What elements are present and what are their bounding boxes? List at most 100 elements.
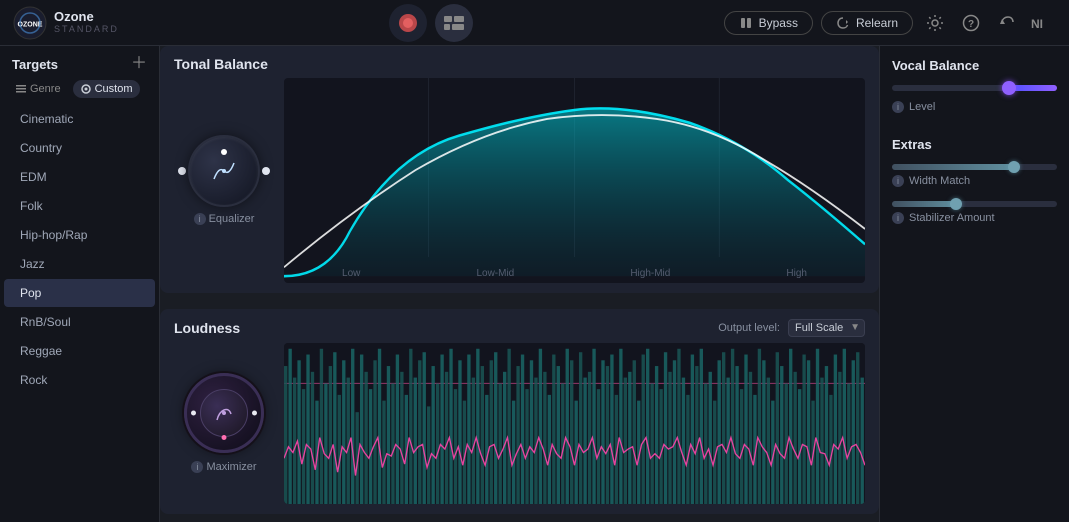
- stabilizer-info-icon[interactable]: i: [892, 212, 904, 224]
- vocal-balance-title: Vocal Balance: [892, 58, 1057, 73]
- extras-section: Extras i Width Match i: [892, 137, 1057, 238]
- list-item-edm[interactable]: EDM: [4, 163, 155, 191]
- ozone-logo-icon: OZONE: [12, 5, 48, 41]
- list-item-reggae[interactable]: Reggae: [4, 337, 155, 365]
- app-name: Ozone: [54, 10, 119, 24]
- loudness-panel: Loudness Output level: Full Scale -14 LU…: [160, 309, 879, 514]
- list-item-country[interactable]: Country: [4, 134, 155, 162]
- list-item-rnb[interactable]: RnB/Soul: [4, 308, 155, 336]
- maximizer-knob-inner: [200, 389, 248, 437]
- sidebar-add-button[interactable]: ＋: [131, 56, 147, 72]
- knob-right-handle[interactable]: [262, 167, 270, 175]
- svg-text:?: ?: [968, 19, 974, 30]
- knob-indicator-dot: [221, 149, 227, 155]
- extras-title: Extras: [892, 137, 1057, 152]
- custom-icon: [81, 84, 91, 94]
- equalizer-knob-graphic: [204, 151, 244, 191]
- sidebar-tabs: Genre Custom: [0, 80, 159, 104]
- right-panel: Vocal Balance i Level Extras: [879, 46, 1069, 522]
- list-item-pop[interactable]: Pop: [4, 279, 155, 307]
- stabilizer-thumb[interactable]: [950, 198, 962, 210]
- width-match-info-icon[interactable]: i: [892, 175, 904, 187]
- chart-label-low: Low: [342, 268, 360, 279]
- settings-button[interactable]: [921, 9, 949, 37]
- stabilizer-label: Stabilizer Amount: [909, 212, 995, 224]
- app-subtitle: STANDARD: [54, 25, 119, 35]
- vocal-level-info-icon[interactable]: i: [892, 101, 904, 113]
- undo-button[interactable]: [993, 9, 1021, 37]
- loudness-output-controls: Output level: Full Scale -14 LUFS -16 LU…: [718, 319, 865, 337]
- vocal-level-label: Level: [909, 101, 935, 113]
- tab-genre[interactable]: Genre: [8, 80, 69, 98]
- topbar: OZONE Ozone STANDARD: [0, 0, 1069, 46]
- vocal-level-thumb[interactable]: [1002, 81, 1016, 95]
- width-match-slider-row: i Width Match: [892, 164, 1057, 187]
- main-layout: Targets ＋ Genre Custom Cinematic: [0, 46, 1069, 522]
- list-item-folk[interactable]: Folk: [4, 192, 155, 220]
- output-level-select[interactable]: Full Scale -14 LUFS -16 LUFS -23 LUFS: [788, 319, 865, 337]
- maximizer-left-handle[interactable]: [191, 411, 196, 416]
- width-match-fill: [892, 164, 1016, 170]
- bypass-button[interactable]: Bypass: [724, 11, 813, 35]
- vocal-level-label-row: i Level: [892, 101, 1057, 113]
- equalizer-label: i Equalizer: [194, 213, 255, 225]
- maximizer-right-handle[interactable]: [252, 411, 257, 416]
- relearn-button[interactable]: Relearn: [821, 11, 913, 35]
- nav-modules-button[interactable]: [435, 4, 473, 42]
- tonal-balance-header: Tonal Balance: [174, 56, 865, 72]
- equalizer-knob-wrapper: [188, 135, 260, 207]
- maximizer-knob-area: i Maximizer: [174, 343, 274, 504]
- equalizer-info-icon[interactable]: i: [194, 213, 206, 225]
- width-match-label-row: i Width Match: [892, 175, 1057, 187]
- nav-eq-button[interactable]: [389, 4, 427, 42]
- equalizer-knob-area: i Equalizer: [174, 78, 274, 283]
- maximizer-knob-graphic: [211, 400, 237, 426]
- undo-icon: [998, 14, 1016, 32]
- width-match-thumb[interactable]: [1008, 161, 1020, 173]
- width-match-track[interactable]: [892, 164, 1057, 170]
- loudness-chart: [284, 343, 865, 504]
- maximizer-knob[interactable]: [184, 373, 264, 453]
- maximizer-bottom-indicator: [222, 435, 227, 440]
- loudness-title: Loudness: [174, 320, 240, 336]
- loudness-body: i Maximizer: [174, 343, 865, 504]
- equalizer-knob[interactable]: [188, 135, 260, 207]
- tab-custom[interactable]: Custom: [73, 80, 141, 98]
- stabilizer-track[interactable]: [892, 201, 1057, 207]
- tonal-balance-body: i Equalizer: [174, 78, 865, 283]
- sidebar-title: Targets: [12, 57, 58, 72]
- vocal-level-slider[interactable]: [892, 85, 1057, 91]
- topbar-right-controls: Bypass Relearn ?: [724, 9, 1057, 37]
- content-panels: Tonal Balance: [160, 46, 879, 522]
- tonal-balance-chart-area[interactable]: Low Low-Mid High-Mid High: [284, 78, 865, 283]
- maximizer-knob-wrapper: [184, 373, 264, 453]
- output-level-select-wrapper: Full Scale -14 LUFS -16 LUFS -23 LUFS ▼: [788, 319, 865, 337]
- vocal-balance-section: Vocal Balance i Level: [892, 58, 1057, 113]
- loudness-chart-area[interactable]: [284, 343, 865, 504]
- stabilizer-slider-row: i Stabilizer Amount: [892, 201, 1057, 224]
- relearn-icon: [836, 16, 850, 30]
- sidebar-header: Targets ＋: [0, 46, 159, 80]
- equalizer-nav-icon: [398, 13, 418, 33]
- list-icon: [16, 84, 26, 94]
- help-button[interactable]: ?: [957, 9, 985, 37]
- list-item-hiphop[interactable]: Hip-hop/Rap: [4, 221, 155, 249]
- chart-labels: Low Low-Mid High-Mid High: [284, 266, 865, 279]
- gear-icon: [926, 14, 944, 32]
- chart-label-low-mid: Low-Mid: [476, 268, 514, 279]
- list-item-cinematic[interactable]: Cinematic: [4, 105, 155, 133]
- tonal-balance-title: Tonal Balance: [174, 56, 268, 72]
- chart-label-high: High: [786, 268, 807, 279]
- chart-label-high-mid: High-Mid: [630, 268, 670, 279]
- bypass-icon: [739, 16, 753, 30]
- sidebar: Targets ＋ Genre Custom Cinematic: [0, 46, 160, 522]
- knob-left-handle[interactable]: [178, 167, 186, 175]
- maximizer-label: i Maximizer: [191, 461, 256, 473]
- help-icon: ?: [962, 14, 980, 32]
- brand-icon-button[interactable]: NI: [1029, 9, 1057, 37]
- tonal-balance-chart: [284, 78, 865, 283]
- list-item-jazz[interactable]: Jazz: [4, 250, 155, 278]
- list-item-rock[interactable]: Rock: [4, 366, 155, 394]
- maximizer-info-icon[interactable]: i: [191, 461, 203, 473]
- vocal-level-track: [892, 85, 1057, 91]
